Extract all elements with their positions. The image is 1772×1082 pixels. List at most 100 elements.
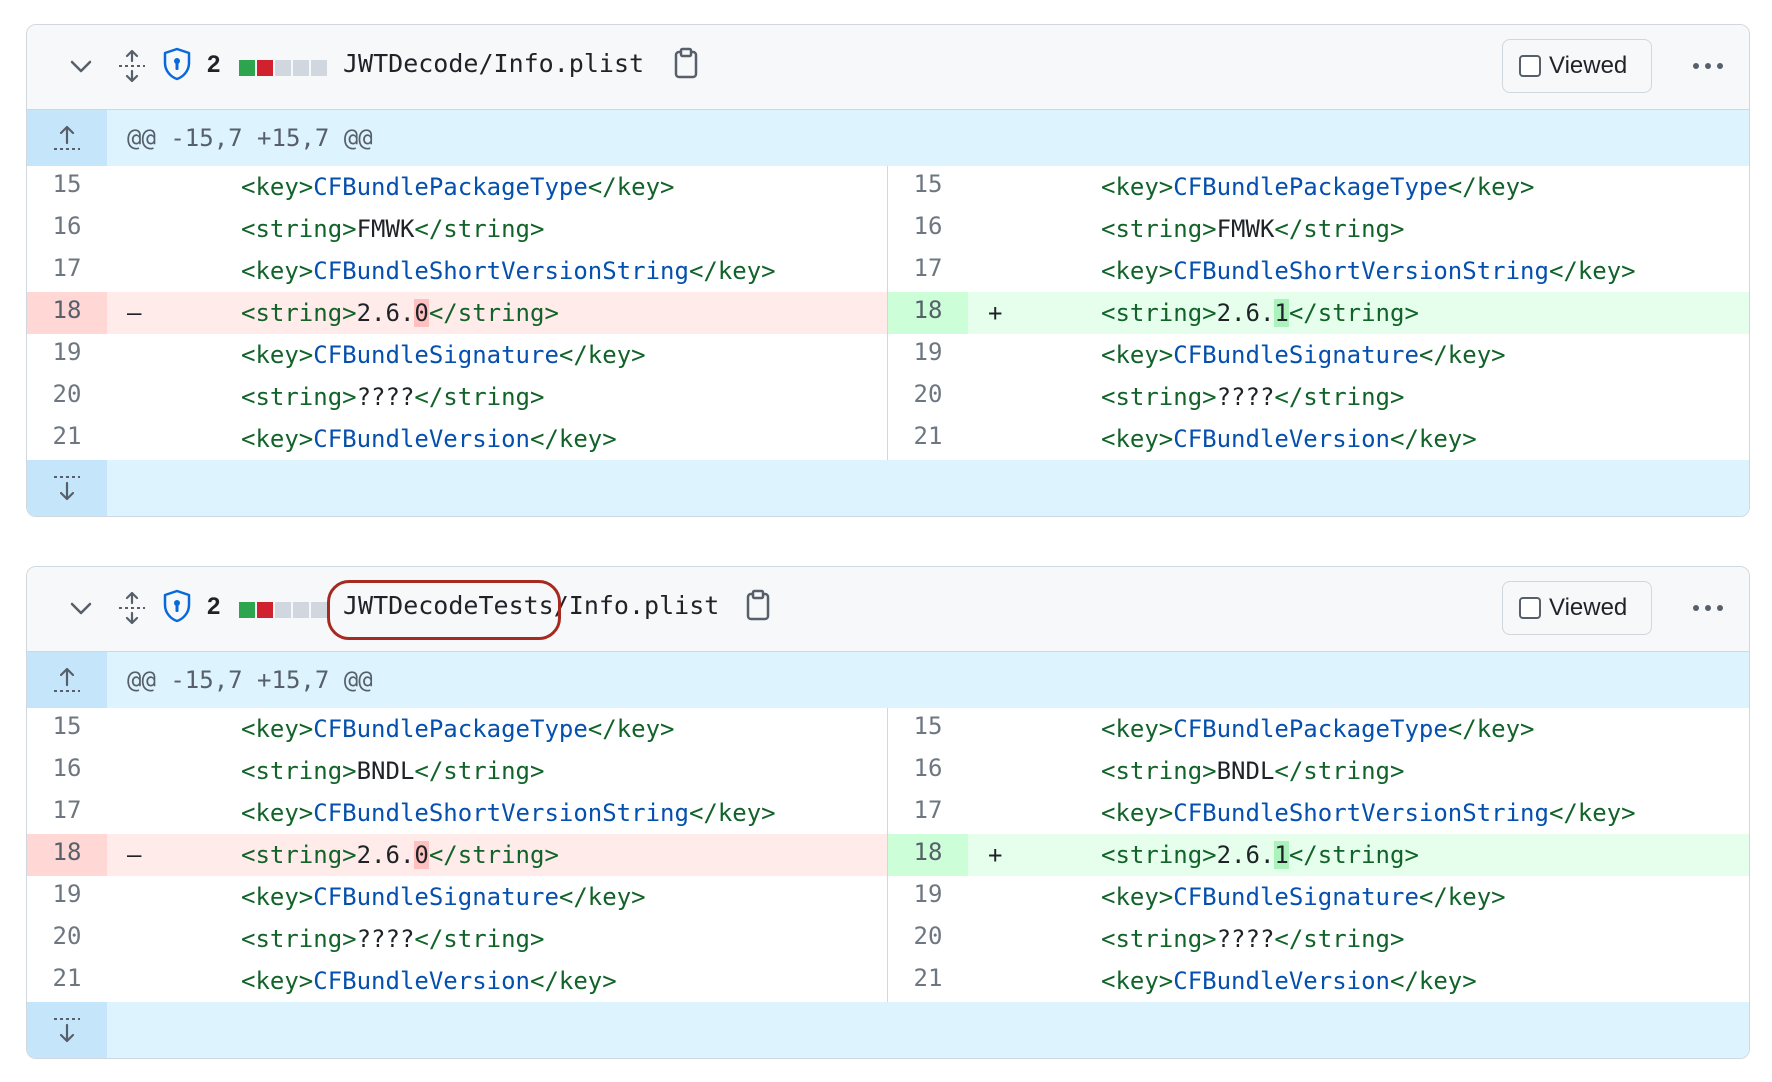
code-token: <key>: [1101, 425, 1174, 453]
code-token: ????: [1216, 383, 1275, 411]
old-side-line: 15 <key>CFBundlePackageType</key>: [27, 708, 888, 750]
code-token: </key>: [558, 341, 646, 369]
old-line-number[interactable]: 15: [27, 708, 107, 750]
code-token: CFBundleShortVersionString: [313, 257, 689, 285]
diff-line-row: 17 <key>CFBundleShortVersionString</key> 1…: [27, 792, 1749, 834]
old-line-number[interactable]: 19: [27, 876, 107, 918]
expand-down-button[interactable]: [27, 460, 107, 516]
file-path-name: Info.plist: [568, 591, 720, 620]
code-token: CFBundlePackageType: [313, 173, 588, 201]
new-side-line: 18 + <string>2.6.1</string>: [888, 292, 1749, 334]
new-line-number[interactable]: 17: [888, 250, 968, 292]
code-text: <key>CFBundlePackageType</key>: [241, 708, 675, 750]
new-line-number[interactable]: 18: [888, 834, 968, 876]
new-side-line: 17 <key>CFBundleShortVersionString</key>: [888, 250, 1749, 292]
code-token: 2.6.: [356, 841, 415, 869]
old-line-number[interactable]: 18: [27, 292, 107, 334]
old-line-number[interactable]: 21: [27, 418, 107, 460]
diffstat-block: [275, 60, 291, 76]
old-line-number[interactable]: 19: [27, 334, 107, 376]
code-token: </key>: [558, 883, 646, 911]
file-path-name: Info.plist: [493, 49, 645, 78]
unfold-icon[interactable]: [117, 49, 147, 83]
old-line-number[interactable]: 20: [27, 376, 107, 418]
old-side-line: 17 <key>CFBundleShortVersionString</key>: [27, 792, 888, 834]
code-token: <key>: [1101, 967, 1174, 995]
new-side-line: 21 <key>CFBundleVersion</key>: [888, 418, 1749, 460]
code-token: </key>: [587, 715, 675, 743]
code-token: CFBundleVersion: [313, 967, 530, 995]
viewed-toggle[interactable]: Viewed: [1502, 39, 1652, 93]
kebab-horizontal-icon[interactable]: [1693, 605, 1723, 611]
new-line-number[interactable]: 18: [888, 292, 968, 334]
shield-lock-icon[interactable]: [163, 47, 191, 81]
code-text: <key>CFBundleSignature</key>: [241, 334, 646, 376]
code-token: <string>: [1101, 383, 1217, 411]
code-text: <string>2.6.1</string>: [1101, 292, 1419, 334]
old-side-line: 19 <key>CFBundleSignature</key>: [27, 876, 888, 918]
new-line-number[interactable]: 16: [888, 750, 968, 792]
file-header: 2 JWTDecodeTests/Info.plist Viewed: [27, 567, 1749, 652]
old-line-number[interactable]: 16: [27, 208, 107, 250]
old-line-number[interactable]: 15: [27, 166, 107, 208]
code-text: <key>CFBundleShortVersionString</key>: [241, 792, 776, 834]
code-token: <string>: [1101, 841, 1217, 869]
old-line-number[interactable]: 16: [27, 750, 107, 792]
diff-line-row: 15 <key>CFBundlePackageType</key> 15 <key>C…: [27, 708, 1749, 750]
viewed-checkbox[interactable]: [1519, 597, 1541, 619]
code-token: CFBundleVersion: [313, 425, 530, 453]
old-side-line: 16 <string>BNDL</string>: [27, 750, 888, 792]
code-token: 0: [414, 841, 429, 869]
new-line-number[interactable]: 19: [888, 334, 968, 376]
old-side-line: 16 <string>FMWK</string>: [27, 208, 888, 250]
code-text: <string>FMWK</string>: [241, 208, 544, 250]
old-line-number[interactable]: 20: [27, 918, 107, 960]
viewed-toggle[interactable]: Viewed: [1502, 581, 1652, 635]
new-line-number[interactable]: 21: [888, 418, 968, 460]
old-line-number[interactable]: 18: [27, 834, 107, 876]
expand-up-button[interactable]: [27, 652, 107, 708]
diff-line-row: 21 <key>CFBundleVersion</key> 21 <key>CFBun…: [27, 418, 1749, 460]
new-line-number[interactable]: 20: [888, 376, 968, 418]
code-token: BNDL: [356, 757, 415, 785]
kebab-horizontal-icon[interactable]: [1693, 63, 1723, 69]
new-line-number[interactable]: 15: [888, 166, 968, 208]
chevron-down-icon[interactable]: [69, 59, 93, 75]
expand-up-button[interactable]: [27, 110, 107, 166]
new-line-number[interactable]: 17: [888, 792, 968, 834]
expand-down-button[interactable]: [27, 1002, 107, 1058]
new-side-line: 20 <string>????</string>: [888, 918, 1749, 960]
old-side-line: 21 <key>CFBundleVersion</key>: [27, 960, 888, 1002]
new-line-number[interactable]: 16: [888, 208, 968, 250]
new-line-number[interactable]: 21: [888, 960, 968, 1002]
file-path-link[interactable]: JWTDecode/Info.plist: [343, 49, 644, 78]
code-token: <key>: [241, 715, 314, 743]
old-line-number[interactable]: 17: [27, 250, 107, 292]
file-path-separator: /: [478, 49, 494, 78]
new-side-line: 15 <key>CFBundlePackageType</key>: [888, 708, 1749, 750]
unfold-icon[interactable]: [117, 591, 147, 625]
fold-down-icon: [54, 476, 80, 501]
new-side-line: 17 <key>CFBundleShortVersionString</key>: [888, 792, 1749, 834]
file-path-dir: JWTDecode: [343, 49, 479, 78]
code-token: <string>: [241, 383, 357, 411]
old-line-number[interactable]: 21: [27, 960, 107, 1002]
file-header: 2 JWTDecode/Info.plist Viewed: [27, 25, 1749, 110]
old-line-number[interactable]: 17: [27, 792, 107, 834]
deletion-marker: –: [127, 299, 142, 327]
addition-marker: +: [988, 841, 1003, 869]
code-text: <key>CFBundleShortVersionString</key>: [1101, 792, 1636, 834]
code-text: <string>BNDL</string>: [241, 750, 544, 792]
new-line-number[interactable]: 19: [888, 876, 968, 918]
diffstat-block: [257, 602, 273, 618]
copy-icon[interactable]: [745, 589, 771, 621]
chevron-down-icon[interactable]: [69, 601, 93, 617]
code-token: <key>: [241, 257, 314, 285]
viewed-checkbox[interactable]: [1519, 55, 1541, 77]
code-token: <string>: [241, 841, 357, 869]
shield-lock-icon[interactable]: [163, 589, 191, 623]
new-line-number[interactable]: 15: [888, 708, 968, 750]
copy-icon[interactable]: [673, 47, 699, 79]
code-token: <string>: [1101, 757, 1217, 785]
new-line-number[interactable]: 20: [888, 918, 968, 960]
